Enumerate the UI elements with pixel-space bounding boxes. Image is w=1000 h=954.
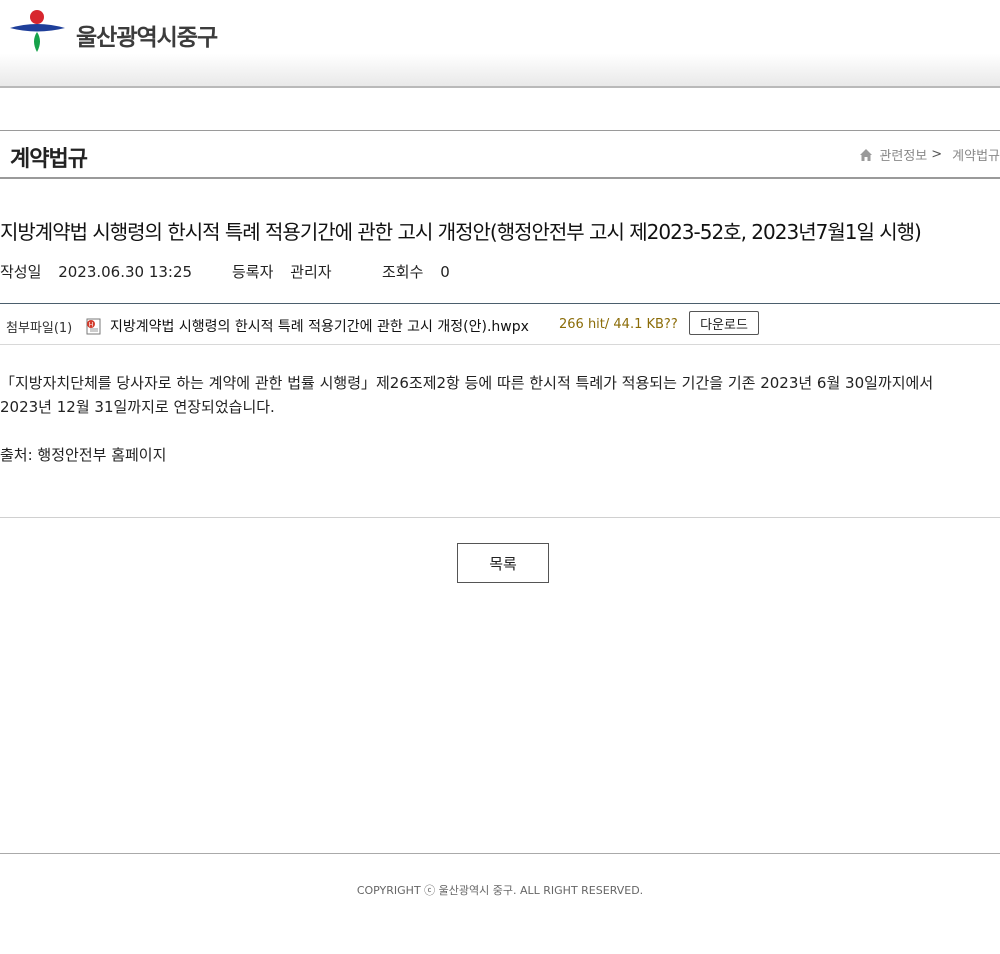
svg-text:H: H xyxy=(89,322,94,329)
download-button[interactable]: 다운로드 xyxy=(689,311,759,335)
breadcrumb: 관련정보 > 계약법규 xyxy=(859,145,1000,164)
site-header: 울산광역시중구 xyxy=(0,0,1000,88)
meta-author: 등록자 관리자 xyxy=(232,261,382,282)
home-icon[interactable] xyxy=(859,148,873,162)
attachment-file-link[interactable]: 지방계약법 시행령의 한시적 특례 적용기간에 관한 고시 개정(안).hwpx xyxy=(110,316,529,336)
views-label: 조회수 xyxy=(382,263,424,281)
list-button[interactable]: 목록 xyxy=(457,543,549,583)
date-label: 작성일 xyxy=(0,263,42,281)
attachment-row: 첨부파일(1) H 지방계약법 시행령의 한시적 특례 적용기간에 관한 고시 … xyxy=(0,303,1000,345)
author-value: 관리자 xyxy=(290,263,332,281)
breadcrumb-separator: > xyxy=(931,147,943,162)
hwp-file-icon: H xyxy=(86,318,101,335)
breadcrumb-item-current[interactable]: 계약법규 xyxy=(952,145,1000,164)
meta-views: 조회수 0 xyxy=(382,261,450,282)
attachment-file-info: 266 hit/ 44.1 KB?? xyxy=(559,317,678,332)
post-title: 지방계약법 시행령의 한시적 특례 적용기간에 관한 고시 개정안(행정안전부 … xyxy=(0,220,922,244)
footer-divider xyxy=(0,853,1000,854)
attachment-label: 첨부파일(1) xyxy=(6,321,73,336)
content-divider xyxy=(0,517,1000,518)
body-paragraph-line2: 2023년 12월 31일까지로 연장되었습니다. xyxy=(0,398,275,416)
copyright-text: COPYRIGHT ⓒ 울산광역시 중구. ALL RIGHT RESERVED… xyxy=(356,884,644,897)
logo-text: 울산광역시중구 xyxy=(76,25,218,51)
breadcrumb-item-related-info[interactable]: 관련정보 xyxy=(879,145,927,164)
site-logo[interactable]: 울산광역시중구 xyxy=(10,8,250,56)
post-meta: 작성일 2023.06.30 13:25 등록자 관리자 조회수 0 xyxy=(0,261,450,282)
title-bar: 계약법규 관련정보 > 계약법규 xyxy=(0,130,1000,179)
post-body: 「지방자치단체를 당사자로 하는 계약에 관한 법률 시행령」제26조제2항 등… xyxy=(0,371,990,467)
logo-emblem-icon xyxy=(10,10,65,52)
page-title: 계약법규 xyxy=(10,147,88,172)
author-label: 등록자 xyxy=(232,263,274,281)
body-paragraph-line1: 「지방자치단체를 당사자로 하는 계약에 관한 법률 시행령」제26조제2항 등… xyxy=(0,374,934,392)
meta-date: 작성일 2023.06.30 13:25 xyxy=(0,261,232,282)
views-value: 0 xyxy=(440,263,450,281)
date-value: 2023.06.30 13:25 xyxy=(58,263,193,281)
body-source: 출처: 행정안전부 홈페이지 xyxy=(0,446,167,464)
